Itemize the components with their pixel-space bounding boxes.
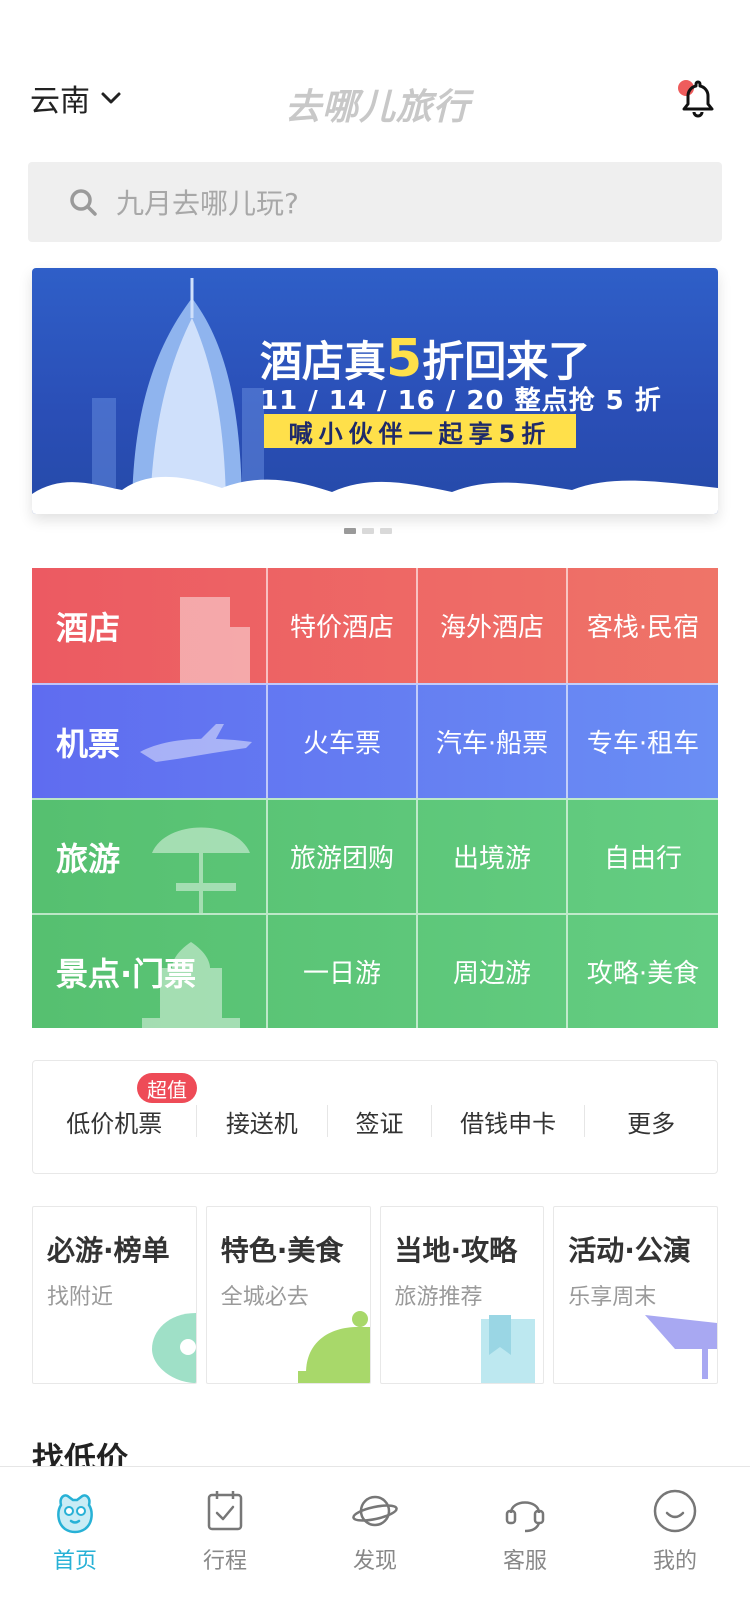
value-badge: 超值 bbox=[137, 1073, 197, 1103]
tab-itinerary[interactable]: 行程 bbox=[150, 1467, 300, 1624]
grid-cell-special-hotel[interactable]: 特价酒店 bbox=[268, 568, 418, 683]
promo-banner[interactable]: 酒店真5折回来了 11 / 14 / 16 / 20 整点抢 5 折 喊小伙伴一… bbox=[32, 268, 718, 514]
card-title: 特色·美食 bbox=[220, 1234, 344, 1267]
travel-main-label: 旅游 bbox=[56, 839, 121, 878]
flight-main-label: 机票 bbox=[56, 724, 121, 763]
beach-umbrella-icon bbox=[152, 827, 250, 913]
banner-tag: 喊小伙伴一起享5折 bbox=[264, 414, 576, 448]
bottom-tab-bar: 首页 行程 发现 客服 我的 bbox=[0, 1466, 750, 1624]
grid-cell-group-buy[interactable]: 旅游团购 bbox=[268, 800, 418, 913]
food-dome-icon bbox=[297, 1311, 370, 1383]
tab-label: 发现 bbox=[352, 1549, 397, 1574]
tab-discover[interactable]: 发现 bbox=[300, 1467, 450, 1624]
card-subtitle: 找附近 bbox=[47, 1285, 114, 1310]
card-must-visit[interactable]: 必游·榜单 找附近 bbox=[32, 1206, 197, 1384]
quick-links: 超值 低价机票 接送机 签证 借钱申卡 更多 bbox=[32, 1060, 718, 1174]
tab-label: 我的 bbox=[652, 1549, 697, 1574]
hotel-main-label: 酒店 bbox=[56, 608, 121, 647]
search-icon bbox=[70, 189, 97, 216]
quick-items: 低价机票 接送机 签证 借钱申卡 更多 bbox=[33, 1101, 717, 1141]
quick-more[interactable]: 更多 bbox=[585, 1105, 717, 1138]
grid-cell-day-trip[interactable]: 一日游 bbox=[268, 915, 418, 1028]
search-placeholder: 九月去哪儿玩? bbox=[116, 187, 299, 220]
profile-icon bbox=[653, 1489, 697, 1533]
quick-visa[interactable]: 签证 bbox=[328, 1105, 432, 1138]
grid-cell-self-guided[interactable]: 自由行 bbox=[568, 800, 718, 913]
tab-label: 首页 bbox=[52, 1549, 97, 1574]
grid-cell-guide-food[interactable]: 攻略·美食 bbox=[568, 915, 718, 1028]
card-guide[interactable]: 当地·攻略 旅游推荐 bbox=[379, 1206, 545, 1384]
support-icon bbox=[505, 1501, 545, 1533]
tab-support[interactable]: 客服 bbox=[450, 1467, 600, 1624]
clouds-decoration bbox=[32, 476, 718, 514]
grid-cell-train[interactable]: 火车票 bbox=[268, 685, 418, 798]
grid-row-travel: 旅游 旅游团购 出境游 自由行 bbox=[32, 798, 718, 913]
quick-cheap-flight[interactable]: 低价机票 bbox=[33, 1105, 197, 1138]
header: 云南 去哪儿旅行 bbox=[0, 0, 750, 160]
grid-row-attractions: 景点·门票 一日游 周边游 攻略·美食 bbox=[32, 913, 718, 1028]
city-selector[interactable]: 云南 bbox=[30, 76, 122, 120]
card-title: 当地·攻略 bbox=[394, 1234, 518, 1267]
card-subtitle: 乐享周末 bbox=[568, 1285, 657, 1310]
travel-main-tile[interactable]: 旅游 bbox=[32, 800, 268, 913]
temple-icon bbox=[142, 942, 240, 1028]
carousel-dot[interactable] bbox=[344, 528, 356, 534]
airplane-icon bbox=[140, 724, 252, 762]
tab-label: 行程 bbox=[202, 1549, 247, 1574]
category-grid: 酒店 特价酒店 海外酒店 客栈·民宿 机票 火车票 汽车·船票 专车·租车 旅游 bbox=[32, 568, 718, 1028]
tab-home[interactable]: 首页 bbox=[0, 1467, 150, 1624]
bell-icon[interactable] bbox=[676, 76, 720, 120]
discover-icon bbox=[352, 1495, 398, 1527]
app-logo: 去哪儿旅行 bbox=[285, 87, 471, 128]
tab-label: 客服 bbox=[502, 1549, 547, 1574]
grid-cell-car-rental[interactable]: 专车·租车 bbox=[568, 685, 718, 798]
card-subtitle: 全城必去 bbox=[220, 1285, 309, 1310]
flight-main-tile[interactable]: 机票 bbox=[32, 685, 268, 798]
location-pin-icon bbox=[151, 1313, 196, 1383]
quick-loan-card[interactable]: 借钱申卡 bbox=[432, 1105, 586, 1138]
search-bar[interactable]: 九月去哪儿玩? bbox=[28, 162, 722, 242]
cocktail-cart-icon bbox=[645, 1315, 717, 1379]
grid-cell-outbound[interactable]: 出境游 bbox=[418, 800, 568, 913]
attractions-main-tile[interactable]: 景点·门票 bbox=[32, 915, 268, 1028]
home-icon bbox=[57, 1494, 93, 1534]
itinerary-icon bbox=[207, 1491, 243, 1531]
grid-cell-bus-ship[interactable]: 汽车·船票 bbox=[418, 685, 568, 798]
city-label: 云南 bbox=[30, 84, 90, 119]
carousel-dots[interactable] bbox=[344, 528, 392, 534]
quick-airport-transfer[interactable]: 接送机 bbox=[197, 1105, 329, 1138]
card-food[interactable]: 特色·美食 全城必去 bbox=[205, 1206, 371, 1384]
card-title: 活动·公演 bbox=[568, 1234, 691, 1267]
feature-cards: 必游·榜单 找附近 特色·美食 全城必去 当地·攻略 旅游推荐 活动·公演 乐享… bbox=[32, 1206, 718, 1384]
banner-subtitle: 11 / 14 / 16 / 20 整点抢 5 折 bbox=[260, 386, 662, 416]
card-title: 必游·榜单 bbox=[47, 1234, 170, 1267]
grid-cell-overseas-hotel[interactable]: 海外酒店 bbox=[418, 568, 568, 683]
chevron-down-icon bbox=[101, 92, 121, 104]
hotel-main-tile[interactable]: 酒店 bbox=[32, 568, 268, 683]
grid-row-flight: 机票 火车票 汽车·船票 专车·租车 bbox=[32, 683, 718, 798]
carousel-dot[interactable] bbox=[362, 528, 374, 534]
grid-cell-inn[interactable]: 客栈·民宿 bbox=[568, 568, 718, 683]
bookmark-book-icon bbox=[481, 1315, 536, 1383]
carousel-dot[interactable] bbox=[380, 528, 392, 534]
grid-cell-nearby[interactable]: 周边游 bbox=[418, 915, 568, 1028]
card-subtitle: 旅游推荐 bbox=[394, 1285, 483, 1310]
card-events[interactable]: 活动·公演 乐享周末 bbox=[553, 1206, 718, 1384]
grid-row-hotel: 酒店 特价酒店 海外酒店 客栈·民宿 bbox=[32, 568, 718, 683]
building-icon bbox=[180, 597, 250, 683]
tab-profile[interactable]: 我的 bbox=[600, 1467, 750, 1624]
